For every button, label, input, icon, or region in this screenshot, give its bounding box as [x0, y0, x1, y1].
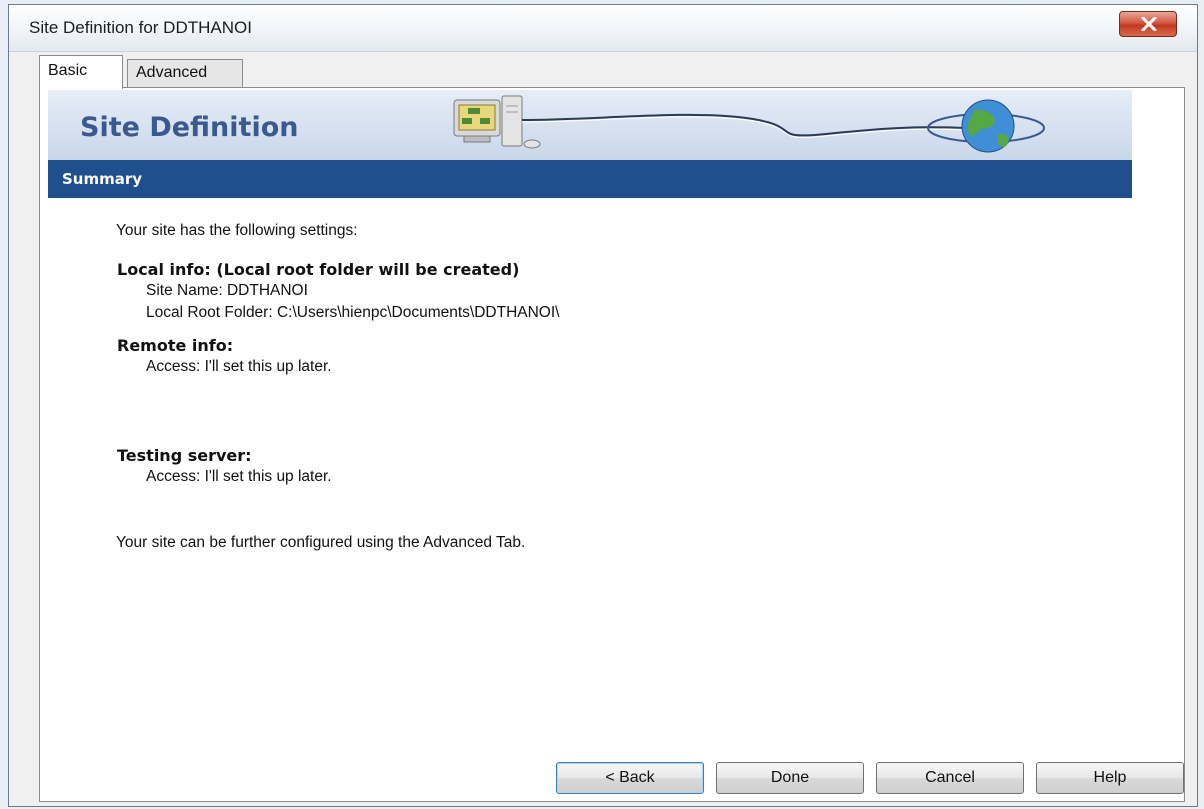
window-title: Site Definition for DDTHANOI [29, 18, 252, 37]
tab-advanced-label: Advanced [136, 64, 208, 81]
testing-access-value: Access: I'll set this up later. [146, 468, 332, 485]
banner-graphic [453, 95, 1045, 153]
globe-icon [927, 99, 1045, 153]
banner-title: Site Definition [80, 112, 299, 143]
basic-tab-panel: Site Definition Summary Your site has th… [39, 87, 1185, 802]
site-definition-dialog: Site Definition for DDTHANOI Basic Advan… [8, 4, 1198, 807]
site-name-value: Site Name: DDTHANOI [146, 282, 308, 299]
close-button[interactable] [1119, 11, 1177, 37]
tab-basic[interactable]: Basic [39, 55, 123, 89]
done-button[interactable]: Done [716, 762, 864, 794]
local-info-heading: Local info: (Local root folder will be c… [117, 260, 520, 279]
tab-basic-label: Basic [48, 62, 88, 79]
remote-access-value: Access: I'll set this up later. [146, 358, 332, 375]
title-bar[interactable]: Site Definition for DDTHANOI [9, 5, 1197, 52]
cancel-button[interactable]: Cancel [876, 762, 1024, 794]
summary-intro: Your site has the following settings: [116, 222, 358, 239]
remote-info-heading: Remote info: [117, 336, 234, 355]
tab-advanced[interactable]: Advanced [127, 59, 243, 87]
local-root-folder-value: Local Root Folder: C:\Users\hienpc\Docum… [146, 304, 560, 321]
header-banner: Site Definition [48, 90, 1132, 160]
help-button[interactable]: Help [1036, 762, 1184, 794]
summary-section-bar: Summary [48, 160, 1132, 198]
back-button[interactable]: < Back [556, 762, 704, 794]
summary-section-title: Summary [62, 170, 143, 188]
testing-server-heading: Testing server: [117, 446, 252, 465]
summary-footer-note: Your site can be further configured usin… [116, 534, 526, 551]
close-icon [1141, 17, 1157, 31]
